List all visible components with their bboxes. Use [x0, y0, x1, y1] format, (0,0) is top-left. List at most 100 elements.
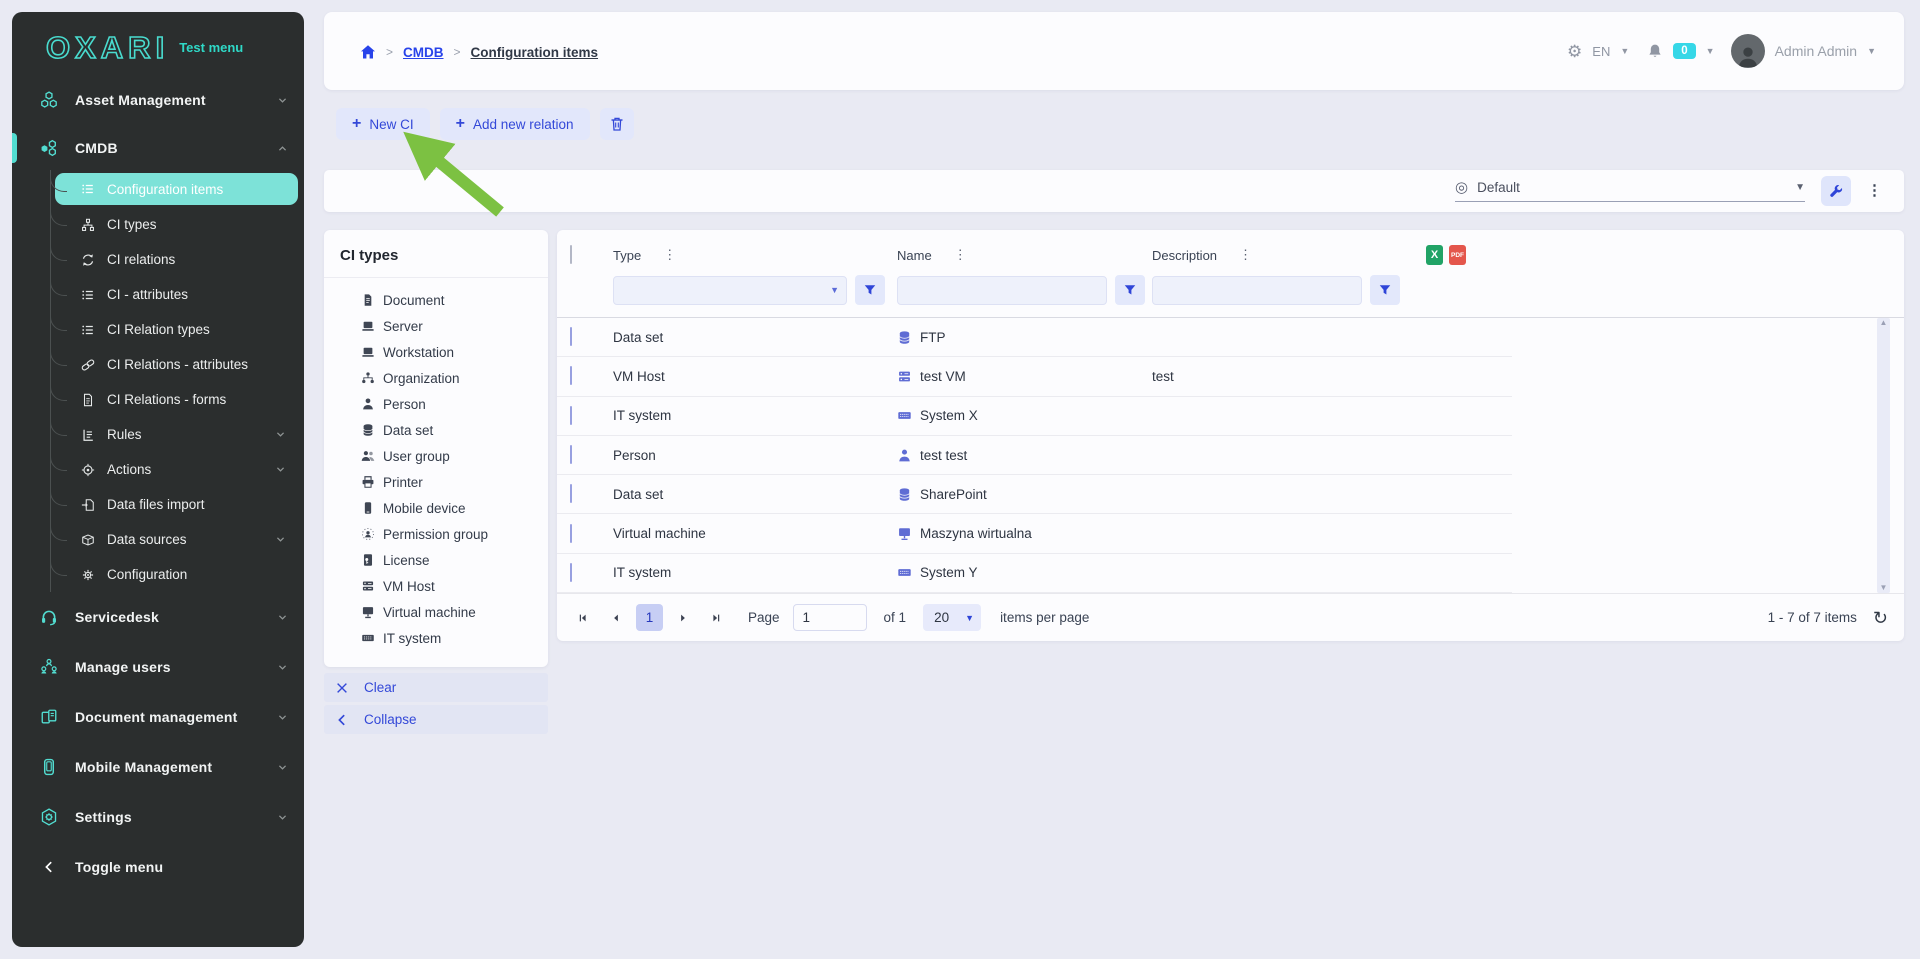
scroll-down-icon[interactable]: ▼: [1877, 583, 1890, 593]
sidebar-item-cmdb[interactable]: CMDB: [12, 124, 304, 172]
ci-type-virtual-machine[interactable]: Virtual machine: [360, 599, 548, 625]
sidebar-item-configuration-items[interactable]: Configuration items: [55, 173, 298, 205]
items-per-page-select[interactable]: 20 ▼: [923, 604, 981, 631]
language-selector[interactable]: EN: [1592, 44, 1610, 59]
sidebar-item-data-sources[interactable]: Data sources: [51, 522, 298, 557]
page-number-input[interactable]: [793, 604, 867, 631]
sidebar-item-ci-types[interactable]: CI types: [51, 207, 298, 242]
table-row-ftp[interactable]: Data set FTP: [557, 318, 1512, 357]
row-checkbox[interactable]: [570, 563, 572, 582]
chevron-down-icon: [275, 464, 286, 475]
chevron-down-icon[interactable]: ▼: [830, 285, 839, 295]
home-icon[interactable]: [360, 44, 376, 60]
chevron-down-icon[interactable]: ▼: [1867, 46, 1876, 56]
ci-type-data-set[interactable]: Data set: [360, 417, 548, 443]
sidebar-item-data-files-import[interactable]: Data files import: [51, 487, 298, 522]
user-group-icon: [36, 658, 62, 676]
items-range-label: 1 - 7 of 7 items: [1768, 610, 1857, 625]
table-row-maszyna-wirtualna[interactable]: Virtual machine Maszyna wirtualna: [557, 514, 1512, 553]
export-pdf-icon[interactable]: PDF: [1449, 245, 1466, 265]
refresh-icon[interactable]: ↻: [1873, 609, 1888, 627]
row-checkbox[interactable]: [570, 406, 572, 425]
row-checkbox[interactable]: [570, 484, 572, 503]
export-buttons: X PDF: [1426, 245, 1498, 265]
ci-type-mobile-device[interactable]: Mobile device: [360, 495, 548, 521]
sidebar-item-settings[interactable]: Settings: [12, 792, 304, 842]
delete-button[interactable]: [600, 108, 634, 140]
type-filter-input[interactable]: [613, 276, 847, 305]
column-header-type[interactable]: Type: [613, 248, 641, 263]
table-row-system-y[interactable]: IT system System Y: [557, 554, 1512, 593]
row-checkbox[interactable]: [570, 524, 572, 543]
ci-type-vm-host[interactable]: VM Host: [360, 573, 548, 599]
sidebar-item-document-management[interactable]: Document management: [12, 692, 304, 742]
chevron-down-icon[interactable]: ▼: [1706, 46, 1715, 56]
breadcrumb-cmdb[interactable]: CMDB: [403, 45, 444, 60]
sidebar-item-configuration[interactable]: Configuration: [51, 557, 298, 592]
page-number-button[interactable]: 1: [636, 604, 663, 631]
description-filter-button[interactable]: [1370, 275, 1400, 305]
export-excel-icon[interactable]: X: [1426, 245, 1443, 265]
last-page-button[interactable]: [703, 605, 729, 631]
type-filter-button[interactable]: [855, 275, 885, 305]
sidebar-item-servicedesk[interactable]: Servicedesk: [12, 592, 304, 642]
clear-filters-button[interactable]: Clear: [324, 673, 548, 702]
ci-type-organization[interactable]: Organization: [360, 365, 548, 391]
table-row-test-test[interactable]: Person test test: [557, 436, 1512, 475]
ci-type-printer[interactable]: Printer: [360, 469, 548, 495]
column-menu-icon[interactable]: ⋮: [1239, 251, 1252, 259]
ci-type-user-group[interactable]: User group: [360, 443, 548, 469]
sidebar-item-ci-relations-forms[interactable]: CI Relations - forms: [51, 382, 298, 417]
sidebar-item-actions[interactable]: Actions: [51, 452, 298, 487]
first-page-button[interactable]: [570, 605, 596, 631]
ci-type-license[interactable]: License: [360, 547, 548, 573]
ci-type-permission-group[interactable]: Permission group: [360, 521, 548, 547]
settings-gear-icon[interactable]: ⚙: [1567, 43, 1582, 60]
select-all-checkbox[interactable]: [570, 245, 572, 264]
column-menu-icon[interactable]: ⋮: [954, 251, 967, 259]
kebab-menu-icon[interactable]: ⋮: [1867, 187, 1882, 195]
scroll-up-icon[interactable]: ▲: [1877, 318, 1890, 328]
table-row-system-x[interactable]: IT system System X: [557, 397, 1512, 436]
row-checkbox[interactable]: [570, 445, 572, 464]
row-checkbox[interactable]: [570, 366, 572, 385]
sidebar-item-ci-relations-attributes[interactable]: CI Relations - attributes: [51, 347, 298, 382]
name-filter-input[interactable]: [897, 276, 1107, 305]
sidebar-item-ci-relation-types[interactable]: CI Relation types: [51, 312, 298, 347]
table-row-test-vm[interactable]: VM Host test VM test: [557, 357, 1512, 396]
view-selector[interactable]: ◎ Default ▼: [1455, 180, 1805, 202]
toggle-menu-button[interactable]: Toggle menu: [12, 842, 304, 892]
sidebar-item-ci-relations[interactable]: CI relations: [51, 242, 298, 277]
name-filter-button[interactable]: [1115, 275, 1145, 305]
sidebar-item-manage-users[interactable]: Manage users: [12, 642, 304, 692]
collapse-panel-button[interactable]: Collapse: [324, 705, 548, 734]
column-menu-icon[interactable]: ⋮: [663, 251, 676, 259]
bell-icon[interactable]: [1647, 43, 1663, 59]
sidebar-item-mobile-management[interactable]: Mobile Management: [12, 742, 304, 792]
user-name[interactable]: Admin Admin: [1775, 43, 1857, 59]
column-header-name[interactable]: Name: [897, 248, 932, 263]
table-row-sharepoint[interactable]: Data set SharePoint: [557, 475, 1512, 514]
vertical-scrollbar[interactable]: ▲ ▼: [1877, 318, 1890, 593]
sidebar-item-asset-management[interactable]: Asset Management: [12, 76, 304, 124]
ci-type-person[interactable]: Person: [360, 391, 548, 417]
next-page-button[interactable]: [670, 605, 696, 631]
notification-badge[interactable]: 0: [1673, 43, 1695, 59]
ci-type-it-system[interactable]: IT system: [360, 625, 548, 651]
sidebar-item-rules[interactable]: Rules: [51, 417, 298, 452]
chevron-down-icon[interactable]: ▼: [1620, 46, 1629, 56]
keyboard-icon: [897, 565, 912, 580]
new-ci-button[interactable]: + New CI: [336, 108, 430, 140]
previous-page-button[interactable]: [603, 605, 629, 631]
description-filter-input[interactable]: [1152, 276, 1362, 305]
ci-type-document[interactable]: Document: [360, 287, 548, 313]
breadcrumb-configuration-items[interactable]: Configuration items: [471, 45, 599, 60]
row-checkbox[interactable]: [570, 327, 572, 346]
add-new-relation-button[interactable]: + Add new relation: [440, 108, 590, 140]
sidebar-item-ci-attributes[interactable]: CI - attributes: [51, 277, 298, 312]
avatar[interactable]: [1731, 34, 1765, 68]
ci-type-workstation[interactable]: Workstation: [360, 339, 548, 365]
ci-type-server[interactable]: Server: [360, 313, 548, 339]
grid-settings-button[interactable]: [1821, 176, 1851, 206]
column-header-description[interactable]: Description: [1152, 248, 1217, 263]
